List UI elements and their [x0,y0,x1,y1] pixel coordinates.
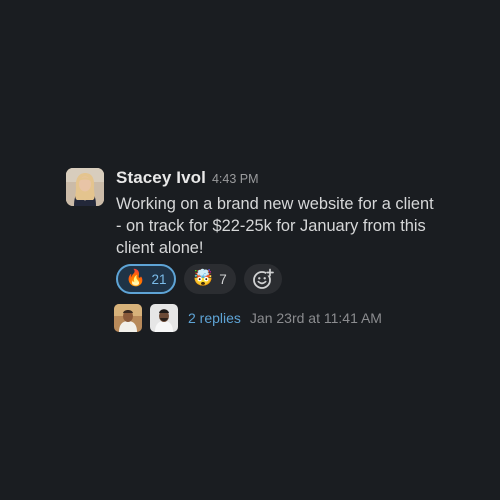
reaction-fire[interactable]: 🔥 21 [116,264,176,294]
add-reaction-icon [253,268,274,289]
exploding-head-icon: 🤯 [193,270,214,287]
sender-name[interactable]: Stacey Ivol [116,168,206,188]
fire-icon: 🔥 [125,270,146,287]
person-avatar-icon [150,304,178,332]
person-avatar-icon [114,304,142,332]
person-avatar-icon [66,168,104,206]
reply-avatar[interactable] [114,304,142,332]
thread-summary[interactable]: 2 replies Jan 23rd at 11:41 AM [114,303,382,333]
replies-link[interactable]: 2 replies [188,310,241,326]
message-text: Working on a brand new website for a cli… [116,195,434,257]
reactions-bar: 🔥 21 🤯 7 [116,264,290,294]
reply-avatar[interactable] [150,304,178,332]
reaction-exploding-head[interactable]: 🤯 7 [184,264,236,294]
sender-avatar[interactable] [66,168,104,206]
add-reaction-button[interactable] [244,264,282,294]
reaction-count: 21 [151,271,167,287]
reaction-count: 7 [219,271,227,287]
message-timestamp[interactable]: 4:43 PM [212,172,259,186]
last-reply-time: Jan 23rd at 11:41 AM [249,310,382,326]
